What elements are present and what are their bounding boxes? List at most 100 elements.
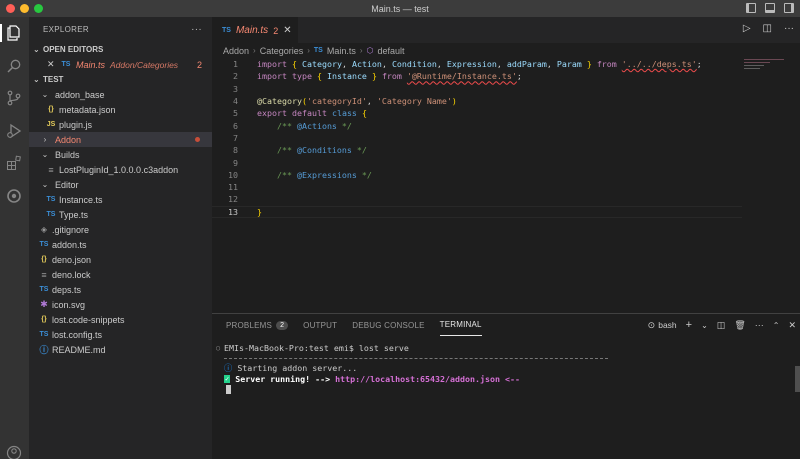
close-editor-icon[interactable]: ✕ [47,59,59,70]
zoom-window-button[interactable] [34,4,43,13]
more-actions-icon[interactable]: ··· [755,320,764,330]
generic-file-icon: ≡ [41,269,47,280]
activity-bar [0,17,29,459]
tab-main-ts[interactable]: TS Main.ts 2 ✕ [212,17,298,43]
chevron-down-icon: ⌄ [41,90,49,99]
file-plugin-js[interactable]: JS plugin.js [29,117,212,132]
tree-item-label: metadata.json [59,104,116,115]
generic-file-icon: ≡ [48,164,54,175]
symbol-icon: ⬡ [366,46,374,55]
window-title: Main.ts — test [371,3,429,14]
code-area[interactable]: 1 import { Category, Action, Condition, E… [212,58,742,218]
more-actions-icon[interactable]: ··· [191,24,202,35]
file-icon-svg[interactable]: ✱ icon.svg [29,297,212,312]
toggle-panel-icon[interactable] [765,3,775,13]
maximize-panel-icon[interactable]: ⌃ [773,321,780,330]
extensions-icon[interactable] [5,154,23,172]
file-deps-ts[interactable]: TS deps.ts [29,282,212,297]
code-line: 13} [212,205,742,218]
typescript-file-icon: TS [46,196,56,203]
new-terminal-icon[interactable]: + [686,319,692,331]
chevron-right-icon: › [359,46,363,55]
folder-editor[interactable]: ⌄ Editor [29,177,212,192]
terminal-shell-selector[interactable]: ⊙ bash [648,320,677,331]
terminal-scrollbar[interactable] [795,366,800,392]
close-window-button[interactable] [6,4,15,13]
remote-icon[interactable] [5,187,23,205]
trash-icon[interactable]: 🗑 [734,320,745,331]
chevron-down-icon: ⌄ [41,150,49,159]
minimize-window-button[interactable] [20,4,29,13]
breadcrumb-item[interactable]: Categories [260,46,304,56]
code-line: 6 /** @Actions */ [212,119,742,131]
terminal-output[interactable]: ○ EMIs-MacBook-Pro:test emi$ lost serve … [216,342,608,395]
window-controls [6,4,43,13]
check-icon: ✓ [224,374,231,383]
tab-terminal[interactable]: TERMINAL [439,314,482,336]
folder-addon[interactable]: › Addon [29,132,212,147]
terminal-icon: ⊙ [647,319,656,330]
code-line: 8 /** @Conditions */ [212,144,742,156]
file-lost-code-snippets[interactable]: {} lost.code-snippets [29,312,212,327]
breadcrumb-item[interactable]: default [378,46,405,56]
close-tab-icon[interactable]: ✕ [283,25,291,36]
close-panel-icon[interactable]: ✕ [788,320,796,331]
chevron-down-icon[interactable]: ⌄ [701,321,708,330]
tab-output[interactable]: OUTPUT [303,314,337,336]
typescript-file-icon: TS [61,61,71,68]
file-deno-json[interactable]: {} deno.json [29,252,212,267]
folder-addon-base[interactable]: ⌄ addon_base [29,87,212,102]
info-file-icon: ⓘ [39,345,49,355]
open-editors-header[interactable]: ⌄ OPEN EDITORS [29,42,212,57]
file-c3addon[interactable]: ≡ LostPluginId_1.0.0.0.c3addon [29,162,212,177]
tab-label: TERMINAL [439,320,482,329]
modified-indicator [195,137,200,142]
open-editor-filename: Main.ts [76,59,106,70]
open-editor-item[interactable]: ✕ TS Main.ts Addon/Categories 2 [29,57,212,72]
line-number: 10 [228,169,238,180]
chevron-down-icon: ⌄ [33,45,40,54]
breadcrumb: Addon › Categories › TS Main.ts › ⬡ defa… [212,43,800,58]
toggle-sidebar-icon[interactable] [746,3,756,13]
more-actions-icon[interactable]: ··· [784,23,794,34]
workspace-header[interactable]: ⌄ TEST [29,72,212,87]
file-addon-ts[interactable]: TS addon.ts [29,237,212,252]
code-line: 11 [212,181,742,193]
json-file-icon: {} [41,256,47,263]
tab-debug-console[interactable]: DEBUG CONSOLE [352,314,424,336]
line-number: 9 [233,157,238,168]
source-control-icon[interactable] [5,89,23,107]
json-file-icon: {} [48,106,54,113]
breadcrumb-item[interactable]: Addon [223,46,249,56]
json-file-icon: {} [41,316,47,323]
file-instance-ts[interactable]: TS Instance.ts [29,192,212,207]
file-type-ts[interactable]: TS Type.ts [29,207,212,222]
run-debug-icon[interactable] [5,122,23,140]
run-icon[interactable]: ▷ [743,23,751,34]
open-editors-label: OPEN EDITORS [43,45,104,54]
code-line: 3 [212,83,742,95]
file-readme-md[interactable]: ⓘ README.md [29,342,212,357]
folder-builds[interactable]: ⌄ Builds [29,147,212,162]
explorer-icon[interactable] [5,24,23,42]
line-number: 2 [233,71,238,82]
terminal-line [216,384,608,395]
file-metadata-json[interactable]: {} metadata.json [29,102,212,117]
breadcrumb-item[interactable]: Main.ts [327,46,356,56]
terminal-url[interactable]: http://localhost:65432/addon.json [335,374,500,384]
file-deno-lock[interactable]: ≡ deno.lock [29,267,212,282]
file-gitignore[interactable]: ◈ .gitignore [29,222,212,237]
tab-problems[interactable]: PROBLEMS 2 [226,314,289,336]
split-editor-icon[interactable]: ◫ [763,23,772,34]
tree-item-label: lost.config.ts [52,329,103,340]
split-terminal-icon[interactable]: ◫ [717,320,726,331]
problems-count-badge: 2 [276,320,289,330]
account-icon[interactable] [5,444,23,459]
minimap[interactable] [744,59,788,89]
search-icon[interactable] [5,57,23,75]
javascript-file-icon: JS [46,121,56,128]
toggle-secondary-sidebar-icon[interactable] [784,3,794,13]
shell-name: bash [658,320,677,330]
file-lost-config-ts[interactable]: TS lost.config.ts [29,327,212,342]
tree-item-label: .gitignore [52,224,90,235]
